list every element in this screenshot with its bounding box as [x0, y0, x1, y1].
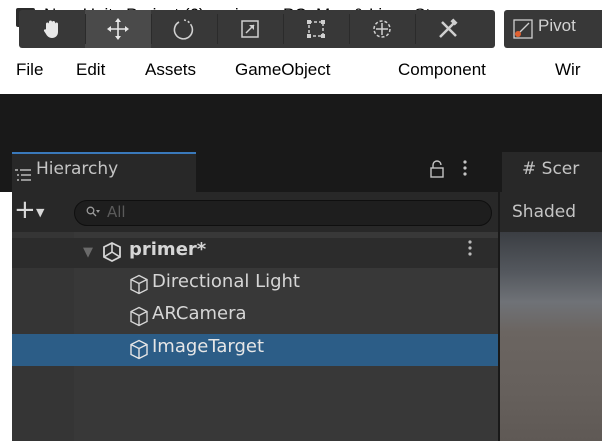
rect-tool-icon	[307, 20, 325, 38]
transform-tool-icon	[373, 20, 391, 38]
list-icon	[15, 166, 31, 185]
custom-tool-button[interactable]	[415, 10, 481, 48]
menu-assets[interactable]: Assets	[145, 60, 196, 80]
panel-menu-icon[interactable]	[463, 160, 467, 181]
menu-file[interactable]: File	[16, 60, 43, 80]
menu-component[interactable]: Component	[398, 60, 486, 80]
lock-icon[interactable]	[430, 160, 444, 183]
search-icon	[86, 206, 100, 222]
transform-tools	[19, 10, 495, 48]
custom-tool-icon	[439, 18, 458, 38]
scene-tab-label: # Scer	[522, 159, 580, 179]
hand-tool-button[interactable]	[19, 10, 85, 48]
menu-window[interactable]: Wir	[555, 60, 580, 80]
scene-menu-icon[interactable]	[468, 240, 472, 261]
scale-tool-button[interactable]	[217, 10, 283, 48]
rotate-tool-button[interactable]	[151, 10, 217, 48]
unity-scene-icon	[102, 241, 122, 267]
pivot-icon	[513, 19, 533, 39]
scale-tool-icon	[241, 20, 259, 38]
transform-tool-button[interactable]	[349, 10, 415, 48]
gameobject-cube-icon	[129, 274, 149, 299]
menu-gameobject[interactable]: GameObject	[235, 60, 330, 80]
move-tool-button[interactable]	[85, 10, 151, 48]
shading-mode-dropdown[interactable]: Shaded	[512, 202, 576, 222]
list-item-label: ImageTarget	[152, 336, 265, 357]
menu-edit[interactable]: Edit	[76, 60, 105, 80]
rect-tool-button[interactable]	[283, 10, 349, 48]
pivot-label: Pivot	[538, 16, 576, 35]
gameobject-cube-icon	[129, 306, 149, 331]
create-plus-icon[interactable]: +	[14, 197, 36, 223]
search-input[interactable]	[74, 200, 492, 226]
hierarchy-tab-label: Hierarchy	[36, 159, 119, 179]
toolbar	[0, 94, 602, 152]
chevron-down-icon[interactable]: ▼	[36, 206, 44, 219]
scene-name: primer*	[129, 239, 207, 260]
list-item-label: ARCamera	[152, 303, 247, 324]
fold-arrow-icon[interactable]: ▼	[83, 245, 93, 260]
gameobject-cube-icon	[129, 339, 149, 364]
list-item[interactable]	[12, 302, 500, 332]
search-placeholder: All	[107, 203, 126, 221]
scene-viewport[interactable]	[500, 232, 602, 441]
hand-tool-icon	[43, 20, 58, 38]
move-tool-icon	[107, 18, 129, 40]
rotate-tool-icon	[173, 19, 194, 40]
list-item-label: Directional Light	[152, 271, 300, 292]
